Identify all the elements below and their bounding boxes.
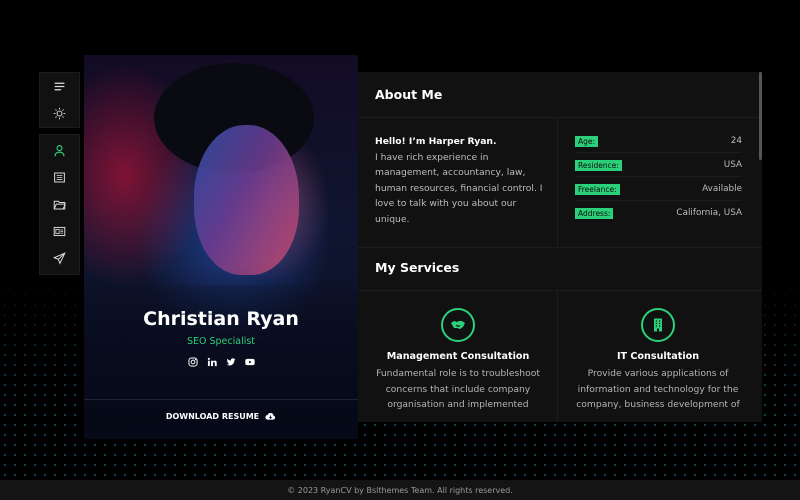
divider [575,200,742,201]
folder-icon [53,200,66,210]
handshake-icon [451,321,465,329]
nav-blog-button[interactable] [39,218,80,245]
building-icon [654,318,662,332]
about-greeting: Hello! I’m Harper Ryan. [375,136,497,147]
divider [358,117,762,118]
service-description: Provide various applications of informat… [576,368,740,410]
info-label: Freelance: [575,183,620,195]
info-row-address: Address: California, USA [575,205,742,221]
info-value: 24 [730,136,742,146]
info-label: Address: [575,207,614,219]
instagram-icon [187,357,198,367]
service-description: Fundamental role is to troubleshoot conc… [376,368,540,410]
divider [557,290,558,422]
nav-contact-button[interactable] [39,245,80,272]
content-scrollbar[interactable] [759,72,762,160]
service-title: Management Consultation [386,351,530,362]
profile-name: Christian Ryan [143,308,299,330]
linkedin-icon [207,357,217,367]
sidebar-nav-group [39,134,80,275]
content-panel: About Me Hello! I’m Harper Ryan. I have … [358,72,762,422]
sidebar [39,72,80,281]
service-icon-circle [641,308,675,342]
menu-icon [54,82,65,91]
divider [358,290,762,291]
twitter-icon [226,358,235,366]
profile-photo-shade [84,55,358,439]
twitter-link[interactable] [226,357,236,367]
sidebar-top-group [39,72,80,128]
cloud-download-icon [265,412,276,420]
profile-role: SEO Specialist [186,336,256,347]
divider [358,247,762,248]
user-icon [54,145,65,157]
youtube-icon [244,358,255,366]
menu-button[interactable] [39,73,80,100]
blog-icon [53,226,66,237]
nav-about-button[interactable] [39,137,80,164]
info-value: California, USA [676,208,742,218]
divider [575,176,742,177]
info-value: USA [723,160,742,170]
sun-icon [53,107,66,120]
theme-toggle-button[interactable] [39,100,80,127]
nav-portfolio-button[interactable] [39,191,80,218]
info-row-age: Age: 24 [575,133,742,149]
divider [575,152,742,153]
about-text: Hello! I’m Harper Ryan. I have rich expe… [375,134,545,227]
footer: © 2023 RyanCV by Bslthemes Team. All rig… [0,480,800,500]
divider [557,117,558,247]
info-label: Age: [575,135,599,147]
linkedin-link[interactable] [207,357,217,367]
about-body: I have rich experience in management, ac… [375,151,543,225]
profile-divider [84,399,358,400]
download-resume-label: DOWNLOAD RESUME [165,412,260,421]
service-card-it: IT Consultation Provide various applicat… [568,308,748,413]
social-links [84,357,358,367]
profile-card: Christian Ryan SEO Specialist DOWNLOAD R… [84,55,358,439]
nav-resume-button[interactable] [39,164,80,191]
info-label: Residence: [575,159,622,171]
info-row-freelance: Freelance: Available [575,181,742,197]
footer-text: © 2023 RyanCV by Bslthemes Team. All rig… [287,485,513,495]
service-icon-circle [441,308,475,342]
youtube-link[interactable] [244,357,255,367]
services-title: My Services [375,260,460,275]
service-card-management: Management Consultation Fundamental role… [368,308,548,413]
instagram-link[interactable] [187,357,198,367]
download-resume-button[interactable]: DOWNLOAD RESUME [84,411,358,422]
service-title: IT Consultation [616,351,700,362]
resume-icon [54,172,65,183]
info-row-residence: Residence: USA [575,157,742,173]
info-value: Available [702,184,742,194]
about-title: About Me [375,87,443,102]
send-icon [53,252,66,265]
